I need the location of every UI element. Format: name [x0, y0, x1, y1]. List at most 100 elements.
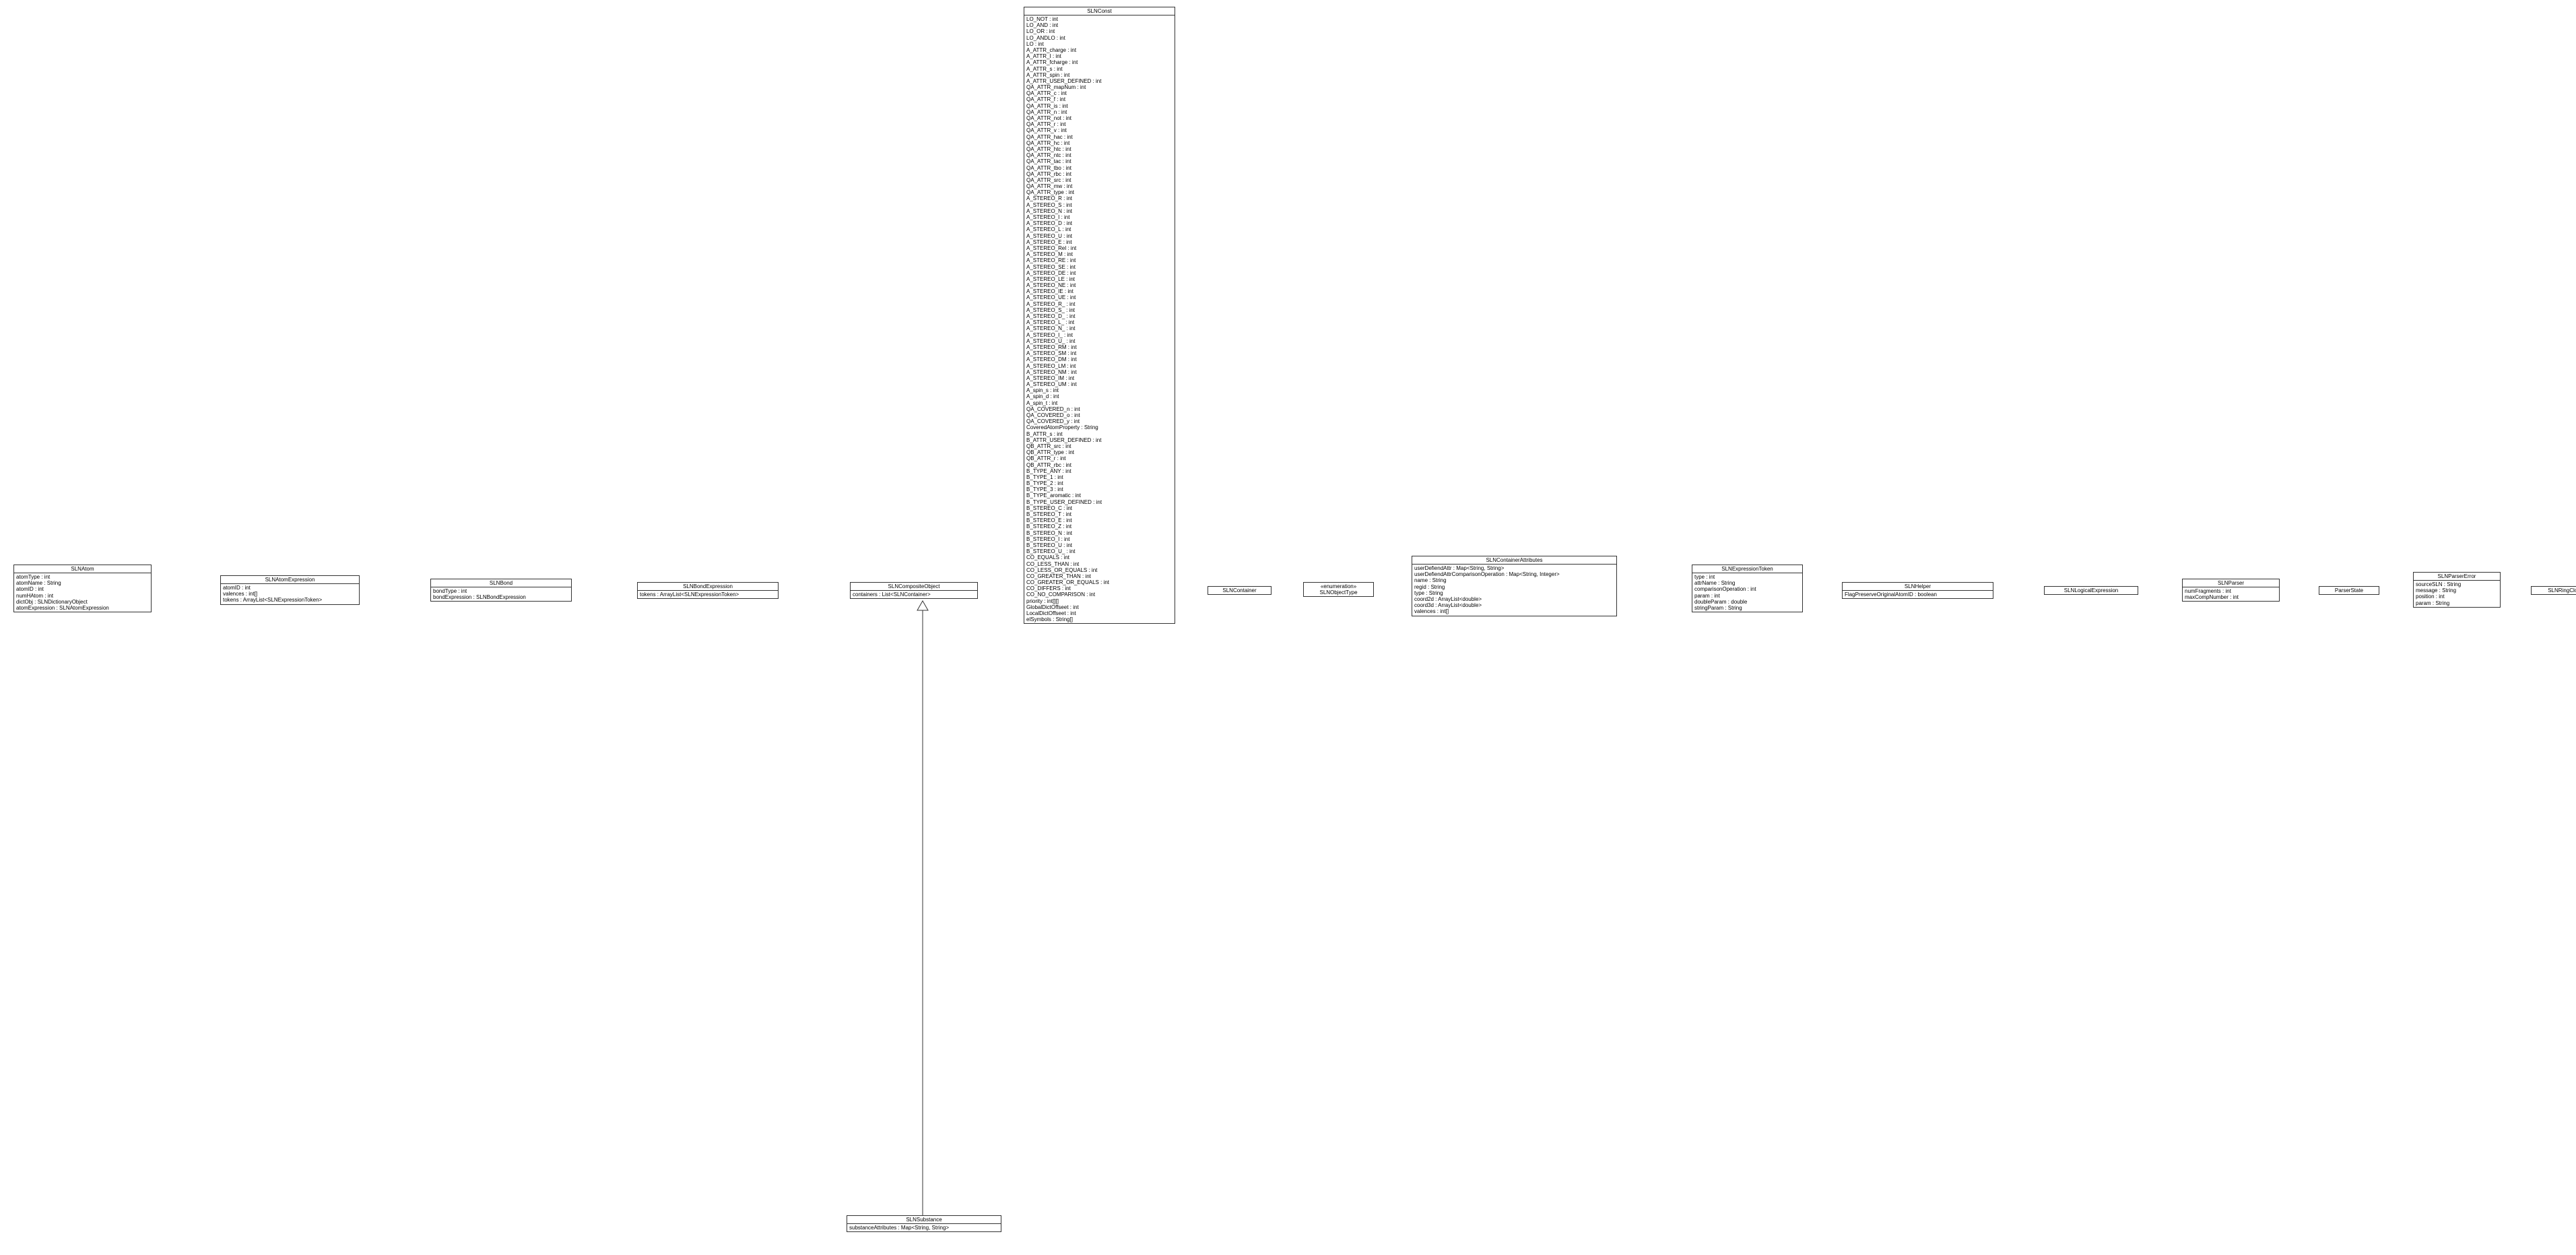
attr: stringParam : String: [1694, 605, 1800, 611]
attr: QA_ATTR_f : int: [1026, 96, 1173, 102]
class-title: SLNBond: [431, 579, 571, 587]
attr: sourceSLN : String: [2416, 581, 2498, 587]
attr: priority : int[][]: [1026, 598, 1173, 604]
attr: type : int: [1694, 574, 1800, 580]
attr: A_STEREO_DM : int: [1026, 356, 1173, 362]
attr: A_STEREO_U_ : int: [1026, 338, 1173, 344]
generalization-arrow: [909, 601, 929, 1215]
attr: QA_ATTR_n : int: [1026, 109, 1173, 115]
attr: B_STEREO_N : int: [1026, 530, 1173, 536]
class-title: SLNHelper: [1843, 583, 1993, 591]
attr: A_STEREO_DE : int: [1026, 270, 1173, 276]
attr: B_ATTR_USER_DEFINED : int: [1026, 437, 1173, 443]
class-attrs: FlagPreserveOriginalAtomID : boolean: [1843, 591, 1993, 598]
attr: B_TYPE_ANY : int: [1026, 468, 1173, 474]
attr: A_ATTR_USER_DEFINED : int: [1026, 78, 1173, 84]
attr: A_ATTR_s : int: [1026, 66, 1173, 72]
attr: A_ATTR_I : int: [1026, 53, 1173, 59]
attr: coord3d : ArrayList<double>: [1414, 602, 1614, 608]
class-sln-bond-expression: SLNBondExpression tokens : ArrayList<SLN…: [637, 582, 779, 599]
attr: A_STEREO_NE : int: [1026, 282, 1173, 288]
attr: A_STEREO_E : int: [1026, 239, 1173, 245]
attr: QA_ATTR_is : int: [1026, 103, 1173, 109]
attr: B_STEREO_T : int: [1026, 511, 1173, 517]
attr: A_STEREO_N_ : int: [1026, 325, 1173, 331]
class-sln-bond: SLNBond bondType : int bondExpression : …: [430, 579, 572, 602]
class-attrs: bondType : int bondExpression : SLNBondE…: [431, 587, 571, 601]
attr: GlobalDictOffseet : int: [1026, 604, 1173, 610]
attr: QA_ATTR_src : int: [1026, 177, 1173, 183]
attr: numFragments : int: [2185, 588, 2277, 594]
attr: B_TYPE_1 : int: [1026, 474, 1173, 480]
attr: containers : List<SLNContainer>: [853, 591, 975, 598]
attr: tokens : ArrayList<SLNExpressionToken>: [640, 591, 776, 598]
attr: CO_GREATER_THAN : int: [1026, 573, 1173, 579]
attr: valences : int[]: [223, 591, 357, 597]
attr: QA_ATTR_v : int: [1026, 127, 1173, 133]
attr: A_STEREO_L : int: [1026, 226, 1173, 232]
stereotype: «enumeration»: [1304, 583, 1373, 589]
attr: coord2d : ArrayList<double>: [1414, 596, 1614, 602]
attr: comparisonOperation : int: [1694, 586, 1800, 592]
attr: QA_COVERED_n : int: [1026, 406, 1173, 412]
attr: userDefiendAttr : Map<String, String>: [1414, 565, 1614, 571]
attr: QB_ATTR_src : int: [1026, 443, 1173, 449]
attr: QA_ATTR_rbc : int: [1026, 171, 1173, 177]
attr: B_TYPE_aromatic : int: [1026, 492, 1173, 498]
class-title: SLNExpressionToken: [1692, 565, 1802, 573]
class-attrs: type : int attrName : String comparisonO…: [1692, 573, 1802, 612]
attr: LO_AND : int: [1026, 22, 1173, 28]
class-sln-ring-closure: SLNRingClosure: [2531, 586, 2576, 595]
attr: dictObj : SLNDictionaryObject: [16, 599, 149, 605]
attr: QB_ATTR_type : int: [1026, 449, 1173, 455]
class-attrs: containers : List<SLNContainer>: [851, 591, 977, 598]
attr: numHAtom : int: [16, 593, 149, 599]
attr: LO : int: [1026, 41, 1173, 47]
attr: B_TYPE_3 : int: [1026, 486, 1173, 492]
attr: A_STEREO_L_ : int: [1026, 319, 1173, 325]
attr: A_ATTR_charge : int: [1026, 47, 1173, 53]
class-attrs: atomID : int valences : int[] tokens : A…: [221, 584, 359, 604]
class-title: SLNContainer: [1208, 587, 1271, 594]
attr: A_STEREO_UM : int: [1026, 381, 1173, 387]
attr: B_STEREO_C : int: [1026, 505, 1173, 511]
attr: QA_COVERED_o : int: [1026, 412, 1173, 418]
attr: A_STEREO_S : int: [1026, 202, 1173, 208]
attr: QA_ATTR_tbo : int: [1026, 165, 1173, 171]
attr: A_STEREO_RM : int: [1026, 344, 1173, 350]
attr: QA_ATTR_not : int: [1026, 115, 1173, 121]
attr: A_spin_d : int: [1026, 393, 1173, 399]
attr: param : String: [2416, 600, 2498, 606]
class-sln-container: SLNContainer: [1208, 586, 1272, 595]
attr: A_ATTR_spin : int: [1026, 72, 1173, 78]
attr: A_STEREO_M : int: [1026, 251, 1173, 257]
class-sln-parser: SLNParser numFragments : int maxCompNumb…: [2182, 579, 2280, 602]
attr: B_ATTR_s : int: [1026, 431, 1173, 437]
attr: atomExpression : SLNAtomExpression: [16, 605, 149, 611]
class-sln-atom-expression: SLNAtomExpression atomID : int valences …: [220, 575, 360, 605]
class-title: SLNSubstance: [847, 1216, 1001, 1224]
attr: CO_LESS_OR_EQUALS : int: [1026, 567, 1173, 573]
attr: substanceAttributes : Map<String, String…: [849, 1225, 999, 1231]
class-title: SLNConst: [1024, 7, 1175, 15]
attr: A_STEREO_I : int: [1026, 214, 1173, 220]
class-sln-composite-object: SLNCompositeObject containers : List<SLN…: [850, 582, 978, 599]
attr: A_STEREO_LM : int: [1026, 363, 1173, 369]
class-title: SLNCompositeObject: [851, 583, 977, 591]
attr: A_STEREO_Rel : int: [1026, 245, 1173, 251]
attr: LO_NOT : int: [1026, 16, 1173, 22]
class-attrs: LO_NOT : intLO_AND : intLO_OR : intLO_AN…: [1024, 15, 1175, 623]
class-title: SLNObjectType: [1304, 589, 1373, 596]
class-parser-state: ParserState: [2319, 586, 2379, 595]
attr: A_STEREO_SE : int: [1026, 264, 1173, 270]
class-sln-object-type: «enumeration» SLNObjectType: [1303, 582, 1374, 597]
attr: LO_OR : int: [1026, 28, 1173, 34]
attr: QB_ATTR_rbc : int: [1026, 462, 1173, 468]
attr: QA_ATTR_mw : int: [1026, 183, 1173, 189]
attr: A_STEREO_S_ : int: [1026, 307, 1173, 313]
class-title: SLNContainerAttributes: [1412, 556, 1616, 565]
attr: CO_NO_COMPARISON : int: [1026, 591, 1173, 598]
class-title: SLNBondExpression: [638, 583, 778, 591]
attr: message : String: [2416, 587, 2498, 593]
attr: QA_ATTR_mapNum : int: [1026, 84, 1173, 90]
